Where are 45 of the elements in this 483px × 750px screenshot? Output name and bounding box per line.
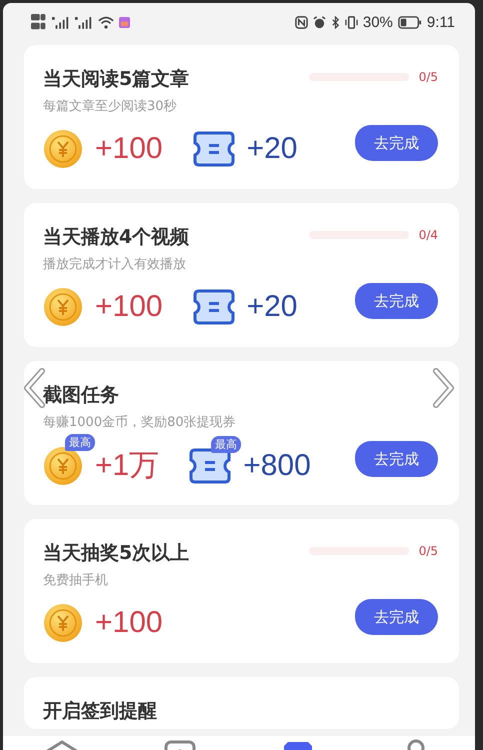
progress-count: 0/5	[418, 544, 438, 558]
task-title: 开启签到提醒	[43, 699, 157, 723]
complete-button[interactable]: 去完成	[355, 599, 438, 635]
battery-icon	[398, 16, 422, 28]
reward-amount: +20	[246, 132, 298, 166]
task-title: 当天抽奖5次以上	[43, 541, 190, 565]
coin-icon	[43, 287, 83, 327]
alarm-icon	[312, 16, 326, 28]
battery-percent: 30%	[362, 14, 393, 30]
task-title: 当天播放4个视频	[43, 225, 190, 249]
bluetooth-icon	[330, 16, 340, 28]
chevron-right-icon[interactable]	[433, 368, 455, 408]
progress-count: 0/5	[418, 70, 438, 84]
coin-icon	[43, 603, 83, 643]
reward-amount: +100	[95, 132, 163, 166]
nfc-icon	[294, 16, 308, 28]
max-badge: 最高	[211, 436, 242, 452]
complete-button[interactable]: 去完成	[355, 125, 438, 161]
wifi-icon	[98, 16, 114, 28]
reward-amount: +100	[95, 606, 163, 640]
signal-icon	[52, 16, 70, 28]
reward-amount: +20	[246, 290, 298, 324]
sim-icon	[31, 13, 47, 31]
ticket-icon	[192, 289, 235, 325]
coin-icon	[43, 446, 83, 486]
max-badge: 最高	[65, 434, 95, 450]
task-description: 免费抽手机	[43, 572, 109, 589]
task-description: 每赚1000金币，奖励80张提现券	[43, 414, 237, 431]
task-description: 每篇文章至少阅读30秒	[43, 98, 178, 115]
reward-amount: +100	[95, 290, 163, 324]
reward-amount: +800	[243, 448, 311, 482]
coin-icon	[43, 129, 83, 169]
progress-count: 0/4	[418, 228, 438, 242]
ticket-icon	[192, 131, 235, 167]
complete-button[interactable]: 去完成	[355, 441, 438, 477]
task-description: 播放完成才计入有效播放	[43, 256, 187, 273]
task-title: 截图任务	[43, 383, 120, 407]
task-title: 当天阅读5篇文章	[43, 67, 190, 91]
signal-icon	[75, 16, 93, 28]
reward-amount: +1万	[95, 448, 160, 484]
app-icon	[119, 16, 130, 28]
vibrate-icon	[344, 16, 358, 28]
complete-button[interactable]: 去完成	[355, 283, 438, 319]
clock-time: 9:11	[426, 14, 455, 30]
ticket-icon	[189, 448, 232, 484]
